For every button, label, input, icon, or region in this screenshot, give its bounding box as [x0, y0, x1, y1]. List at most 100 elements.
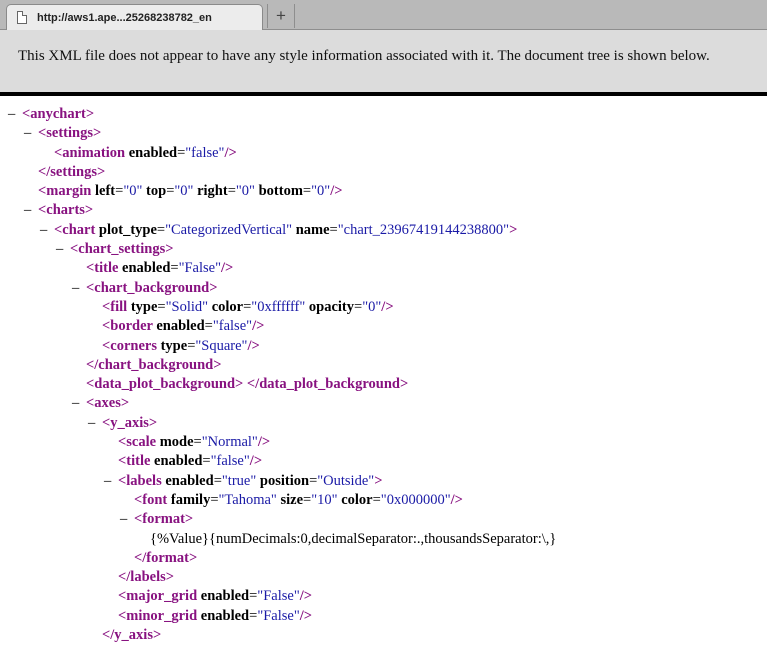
xml-attribute-name: opacity — [305, 298, 355, 315]
xml-tag: /> — [450, 491, 463, 508]
xml-tag: </labels> — [118, 569, 175, 586]
xml-text: = — [193, 434, 202, 451]
xml-attribute-name: enabled — [122, 260, 171, 277]
xml-attribute-name: color — [337, 491, 373, 508]
xml-text: = — [213, 472, 222, 489]
xml-tree-line: <major_grid enabled="False"/> — [0, 587, 767, 606]
xml-info-banner: This XML file does not appear to have an… — [0, 30, 767, 96]
xml-tree-line: {%Value}{numDecimals:0,decimalSeparator:… — [0, 530, 767, 549]
xml-attribute-value: "0" — [235, 183, 255, 200]
xml-attribute-name: plot_type — [98, 221, 157, 238]
xml-attribute-name: family — [170, 491, 211, 508]
collapse-toggle[interactable]: – — [24, 124, 38, 143]
xml-tag: <major_grid — [118, 588, 201, 605]
xml-tag: <data_plot_background> — [86, 376, 244, 393]
xml-attribute-name: mode — [159, 434, 194, 451]
xml-text: = — [202, 453, 211, 470]
xml-tree-line: – <chart_settings> — [0, 240, 767, 259]
xml-tree-line: <scale mode="Normal"/> — [0, 433, 767, 452]
tab-title: http://aws1.ape...25268238782_en — [37, 11, 212, 24]
new-tab-button[interactable]: + — [267, 4, 295, 28]
xml-text: = — [329, 221, 338, 238]
xml-tag: <chart_settings> — [70, 241, 174, 258]
xml-tag: <font — [134, 491, 171, 508]
xml-attribute-name: type — [160, 337, 188, 354]
xml-text: = — [372, 491, 381, 508]
xml-attribute-name: enabled — [200, 588, 250, 605]
xml-text: = — [156, 221, 166, 238]
xml-text: = — [303, 491, 312, 508]
collapse-toggle[interactable]: – — [72, 279, 86, 298]
xml-attribute-value: "false" — [212, 318, 253, 335]
xml-attribute-name: size — [276, 491, 304, 508]
xml-text: = — [354, 298, 363, 315]
collapse-toggle[interactable]: – — [40, 221, 54, 240]
xml-tree-line: <border enabled="false"/> — [0, 317, 767, 336]
xml-text: = — [227, 183, 236, 200]
xml-tree-line: <data_plot_background> </data_plot_backg… — [0, 375, 767, 394]
xml-tag: > — [509, 221, 518, 238]
xml-tree-line: <margin left="0" top="0" right="0" botto… — [0, 182, 767, 201]
xml-tag: <chart — [54, 221, 99, 238]
xml-tag: /> — [299, 588, 313, 605]
xml-tree-line: </format> — [0, 549, 767, 568]
xml-tag: <format> — [134, 511, 194, 528]
xml-tree-line: <animation enabled="false"/> — [0, 144, 767, 163]
xml-tag: <margin — [38, 183, 95, 200]
xml-attribute-name: left — [95, 183, 116, 200]
xml-tag: </chart_background> — [86, 356, 222, 373]
collapse-toggle[interactable]: – — [104, 472, 118, 491]
xml-tag: /> — [221, 260, 234, 277]
xml-text: {%Value}{numDecimals:0,decimalSeparator:… — [150, 530, 557, 547]
xml-tag: </data_plot_background> — [246, 376, 409, 393]
xml-tag: /> — [252, 318, 265, 335]
xml-attribute-value: "Normal" — [201, 434, 258, 451]
xml-tag: <animation — [54, 144, 129, 161]
xml-tree-line: <title enabled="false"/> — [0, 452, 767, 471]
xml-tag: </y_axis> — [102, 627, 162, 644]
xml-attribute-name: type — [130, 298, 158, 315]
xml-attribute-value: "CategorizedVertical" — [165, 221, 293, 238]
collapse-toggle[interactable]: – — [72, 394, 86, 413]
xml-attribute-name: enabled — [165, 472, 214, 489]
xml-attribute-value: "0" — [174, 183, 194, 200]
xml-tag: /> — [249, 453, 263, 470]
collapse-toggle[interactable]: – — [88, 414, 102, 433]
xml-tag: /> — [381, 298, 394, 315]
browser-tab-bar: http://aws1.ape...25268238782_en + — [0, 0, 767, 30]
xml-tag: <settings> — [38, 125, 102, 142]
xml-tag: /> — [247, 337, 260, 354]
xml-attribute-name: enabled — [200, 607, 250, 624]
xml-attribute-value: "false" — [185, 144, 225, 161]
collapse-toggle[interactable]: – — [8, 105, 22, 124]
xml-attribute-value: "False" — [178, 260, 222, 277]
xml-attribute-name: enabled — [156, 318, 205, 335]
xml-attribute-name: enabled — [154, 453, 203, 470]
xml-tag: > — [374, 472, 383, 489]
xml-tag: <scale — [118, 434, 160, 451]
xml-tag: <charts> — [38, 202, 94, 219]
collapse-toggle[interactable]: – — [24, 201, 38, 220]
xml-tag: <fill — [102, 298, 131, 315]
xml-tag: <anychart> — [22, 106, 95, 122]
info-message: This XML file does not appear to have an… — [18, 48, 710, 64]
xml-attribute-value: "true" — [221, 472, 257, 489]
xml-tag: <y_axis> — [102, 414, 158, 431]
xml-attribute-value: "Solid" — [165, 298, 209, 315]
xml-tree-line: </labels> — [0, 568, 767, 587]
xml-text: = — [302, 183, 312, 200]
collapse-toggle[interactable]: – — [56, 240, 70, 259]
collapse-toggle[interactable]: – — [120, 510, 134, 529]
xml-attribute-value: "Tahoma" — [218, 491, 277, 508]
xml-tag: /> — [257, 434, 271, 451]
xml-attribute-value: "0" — [123, 183, 143, 200]
xml-tag: <labels — [118, 472, 166, 489]
xml-attribute-name: bottom — [254, 183, 303, 200]
xml-tree-line: – <chart plot_type="CategorizedVertical" … — [0, 221, 767, 240]
xml-tree-line: – <settings> — [0, 124, 767, 143]
xml-attribute-name: name — [292, 221, 330, 238]
xml-tag: <corners — [102, 337, 161, 354]
xml-tree-line: <fill type="Solid" color="0xffffff" opac… — [0, 298, 767, 317]
xml-tree-line: </settings> — [0, 163, 767, 182]
browser-tab[interactable]: http://aws1.ape...25268238782_en — [6, 4, 263, 30]
